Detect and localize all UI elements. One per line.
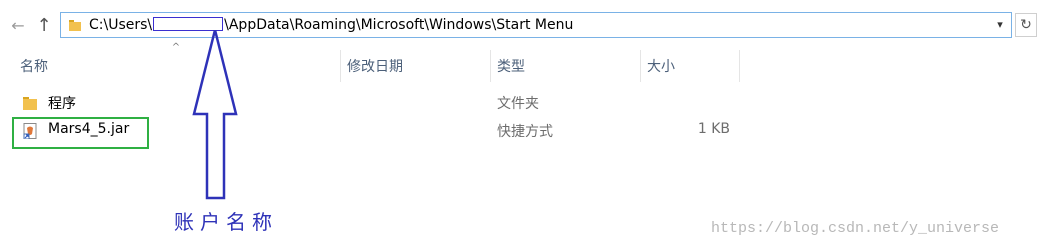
column-header-type[interactable]: 类型 bbox=[497, 56, 525, 76]
column-divider[interactable] bbox=[340, 50, 341, 82]
up-arrow-icon[interactable]: ↑ bbox=[34, 14, 54, 38]
annotation-label: 账户名称 bbox=[174, 210, 278, 234]
list-item[interactable]: 程序 文件夹 bbox=[12, 89, 752, 117]
column-divider[interactable] bbox=[739, 50, 740, 82]
column-divider[interactable] bbox=[490, 50, 491, 82]
item-type: 文件夹 bbox=[497, 96, 539, 112]
item-type: 快捷方式 bbox=[497, 124, 553, 140]
column-header-size[interactable]: 大小 bbox=[647, 56, 675, 76]
column-header-name[interactable]: 名称 bbox=[20, 56, 48, 76]
address-path-prefix: C:\Users\ bbox=[89, 17, 153, 33]
address-path: C:\Users\ \AppData\Roaming\Microsoft\Wind… bbox=[89, 16, 573, 34]
chevron-down-icon[interactable]: ▾ bbox=[991, 15, 1009, 35]
redacted-username-box bbox=[153, 17, 224, 31]
column-header-modified[interactable]: 修改日期 bbox=[347, 56, 403, 76]
annotation-arrow-icon bbox=[192, 30, 238, 200]
folder-icon bbox=[69, 20, 81, 31]
folder-icon bbox=[23, 97, 37, 110]
item-name: 程序 bbox=[48, 96, 76, 112]
refresh-icon[interactable]: ↻ bbox=[1015, 13, 1037, 37]
address-path-suffix: \AppData\Roaming\Microsoft\Windows\Start… bbox=[224, 17, 574, 33]
item-size: 1 KB bbox=[697, 121, 730, 137]
watermark-text: https://blog.csdn.net/y_universe bbox=[711, 220, 1000, 237]
column-divider[interactable] bbox=[640, 50, 641, 82]
back-arrow-icon[interactable]: ← bbox=[8, 14, 28, 38]
highlight-box bbox=[12, 117, 149, 149]
